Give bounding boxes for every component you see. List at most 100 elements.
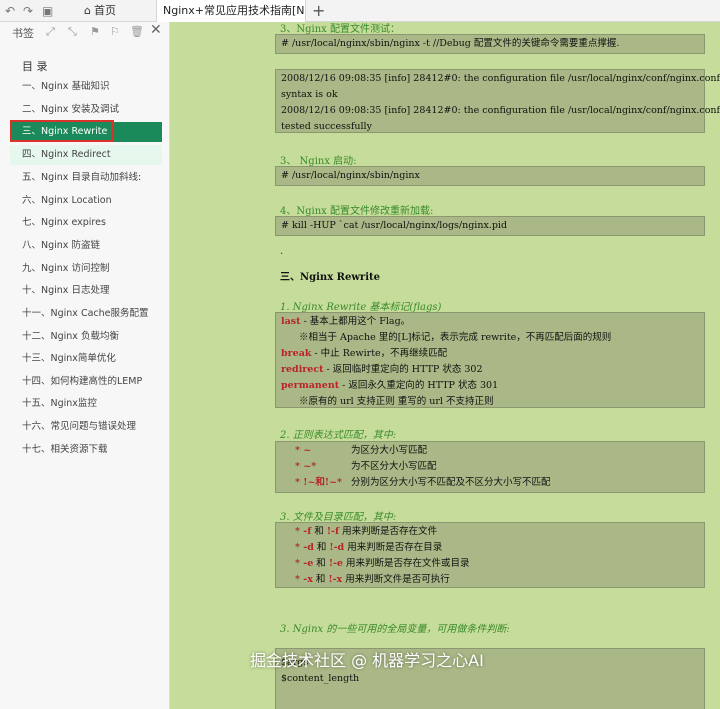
- code-box: # /usr/local/nginx/sbin/nginx -t //Debug…: [275, 34, 705, 54]
- close-icon[interactable]: ✕: [150, 22, 162, 38]
- flag-line: redirect - 返回临时重定向的 HTTP 状态 302: [281, 362, 699, 378]
- file-key: !-d: [329, 542, 345, 553]
- toc-item[interactable]: 十五、Nginx监控: [10, 394, 162, 414]
- watermark: 掘金技术社区 @ 机器学习之心AI: [250, 651, 484, 670]
- regex-key: * ~*: [295, 461, 317, 472]
- code-line: # /usr/local/nginx/sbin/nginx: [281, 170, 420, 181]
- section-title: 三、Nginx Rewrite: [280, 272, 380, 283]
- regex-text: 为不区分大小写匹配: [351, 461, 437, 472]
- heading-file-match: 3. 文件及目录匹配，其中:: [280, 512, 397, 523]
- regex-box: * ~ 为区分大小写匹配 * ~* 为不区分大小写匹配 * !~和!~* 分别为区分大…: [275, 441, 705, 493]
- regex-key: * !~和!~*: [295, 477, 343, 488]
- file-text: 用来判断是否存在文件或目录: [342, 558, 470, 569]
- save-icon[interactable]: ▣: [42, 3, 53, 19]
- selection-highlight: [10, 120, 114, 142]
- tab-home-label: 首页: [93, 4, 116, 17]
- toc-item[interactable]: 六、Nginx Location: [10, 191, 162, 211]
- file-and: 和: [312, 574, 329, 585]
- toc-item[interactable]: 十六、常见问题与错误处理: [10, 417, 162, 437]
- file-line: * -f 和 !-f 用来判断是否存在文件: [281, 524, 699, 540]
- bookmark-add-icon[interactable]: ⚐: [110, 24, 120, 40]
- file-and: 和: [313, 558, 329, 569]
- code-box: # kill -HUP `cat /usr/local/nginx/logs/n…: [275, 216, 705, 236]
- sidebar-header: 书签 ⤢ ⤡ ⚑ ⚐ 🗑 ✕: [0, 22, 169, 42]
- toc-item[interactable]: 十二、Nginx 负载均衡: [10, 327, 162, 347]
- toc-item[interactable]: 四、Nginx Redirect: [10, 145, 162, 165]
- flag-key: last: [281, 316, 301, 327]
- expand-icon[interactable]: ⤢: [46, 24, 55, 40]
- toc-item[interactable]: 十三、Nginx简单优化: [10, 349, 162, 369]
- regex-line: * !~和!~* 分别为区分大小写不匹配及不区分大小写不匹配: [281, 475, 699, 491]
- bookmark-sidebar: 书签 ⤢ ⤡ ⚑ ⚐ 🗑 ✕ 目 录 一、Nginx 基础知识 二、Nginx …: [0, 22, 170, 709]
- code-line: tested successfully: [281, 121, 372, 132]
- undo-icon[interactable]: ↶: [5, 3, 15, 19]
- code-box: 2008/12/16 09:08:35 [info] 28412#0: the …: [275, 69, 720, 133]
- heading-reload: 4、Nginx 配置文件修改重新加载:: [280, 206, 434, 217]
- file-key: !-f: [326, 526, 340, 537]
- code-line: 2008/12/16 09:08:35 [info] 28412#0: the …: [281, 105, 720, 116]
- file-line: * -x 和 !-x 用来判断文件是否可执行: [281, 572, 699, 588]
- tab-home[interactable]: ⌂ 首页: [84, 2, 116, 20]
- code-line: # /usr/local/nginx/sbin/nginx -t //Debug…: [281, 38, 620, 49]
- file-key: * -x: [295, 574, 313, 585]
- tab-document[interactable]: Nginx+常见应用技术指南[Ng...: [156, 0, 306, 22]
- collapse-icon[interactable]: ⤡: [68, 24, 77, 40]
- toc-item[interactable]: 二、Nginx 安装及调试: [10, 100, 162, 120]
- heading-start: 3、 Nginx 启动:: [280, 156, 357, 167]
- toc-item[interactable]: 十、Nginx 日志处理: [10, 281, 162, 301]
- code-line: syntax is ok: [281, 89, 338, 100]
- toc-item[interactable]: 一、Nginx 基础知识: [10, 77, 162, 97]
- home-icon: ⌂: [84, 4, 91, 17]
- toc-item[interactable]: 十七、相关资源下载: [10, 440, 162, 460]
- regex-text: 为区分大小写匹配: [351, 445, 428, 456]
- flag-key: break: [281, 348, 312, 359]
- document-page: 3、Nginx 配置文件测试： # /usr/local/nginx/sbin/…: [170, 22, 720, 709]
- flag-text: ※原有的 url 支持正则 重写的 url 不支持正则: [299, 396, 494, 407]
- file-and: 和: [311, 526, 327, 537]
- file-key: !-x: [328, 574, 343, 585]
- file-key: * -f: [295, 526, 312, 537]
- flags-box: last - 基本上都用这个 Flag。 ※相当于 Apache 里的[L]标记…: [275, 312, 705, 408]
- flag-text: ※相当于 Apache 里的[L]标记，表示完成 rewrite，不再匹配后面的…: [299, 332, 612, 343]
- flag-text: - 基本上都用这个 Flag。: [300, 316, 411, 327]
- redo-icon[interactable]: ↷: [23, 3, 33, 19]
- file-text: 用来判断是否存在目录: [344, 542, 443, 553]
- toc-item[interactable]: 八、Nginx 防盗链: [10, 236, 162, 256]
- bookmark-icon[interactable]: ⚑: [90, 24, 100, 40]
- flag-key: permanent: [281, 380, 340, 391]
- new-tab-button[interactable]: +: [312, 1, 325, 21]
- file-key: * -d: [295, 542, 314, 553]
- file-line: * -e 和 !-e 用来判断是否存在文件或目录: [281, 556, 699, 572]
- toc-title: 目 录: [22, 60, 48, 73]
- file-text: 用来判断是否存在文件: [339, 526, 438, 537]
- regex-text: 分别为区分大小写不匹配及不区分大小写不匹配: [351, 477, 551, 488]
- code-line: # kill -HUP `cat /usr/local/nginx/logs/n…: [281, 220, 508, 231]
- file-key: !-e: [328, 558, 343, 569]
- file-key: * -e: [295, 558, 314, 569]
- flag-line: permanent - 返回永久重定向的 HTTP 状态 301: [281, 378, 699, 394]
- stray-dot: .: [280, 246, 284, 257]
- heading-global-vars: 3. Nginx 的一些可用的全局变量，可用做条件判断:: [280, 624, 510, 635]
- tab-document-label: Nginx+常见应用技术指南[Ng...: [163, 4, 305, 17]
- flag-text: - 返回永久重定向的 HTTP 状态 301: [339, 380, 499, 391]
- toc-item[interactable]: 十四、如何构建高性的LEMP: [10, 372, 162, 392]
- files-box: * -f 和 !-f 用来判断是否存在文件 * -d 和 !-d 用来判断是否存…: [275, 522, 705, 588]
- flag-line: last - 基本上都用这个 Flag。: [281, 314, 699, 330]
- flag-line: ※相当于 Apache 里的[L]标记，表示完成 rewrite，不再匹配后面的…: [281, 330, 699, 346]
- toc-item[interactable]: 七、Nginx expires: [10, 213, 162, 233]
- flag-text: - 返回临时重定向的 HTTP 状态 302: [323, 364, 483, 375]
- regex-key: * ~: [295, 445, 312, 456]
- delete-icon[interactable]: 🗑: [130, 24, 144, 40]
- toc-item[interactable]: 十一、Nginx Cache服务配置: [10, 304, 162, 324]
- flag-line: ※原有的 url 支持正则 重写的 url 不支持正则: [281, 394, 699, 410]
- file-text: 用来判断文件是否可执行: [342, 574, 450, 585]
- file-and: 和: [313, 542, 330, 553]
- flag-line: break - 中止 Rewirte，不再继续匹配: [281, 346, 699, 362]
- toc-item[interactable]: 九、Nginx 访问控制: [10, 259, 162, 279]
- heading-regex: 2. 正则表达式匹配，其中:: [280, 430, 397, 441]
- toc-item[interactable]: 五、Nginx 目录自动加斜线:: [10, 168, 162, 188]
- flag-text: - 中止 Rewirte，不再继续匹配: [311, 348, 448, 359]
- flag-key: redirect: [281, 364, 324, 375]
- code-box: # /usr/local/nginx/sbin/nginx: [275, 166, 705, 186]
- sidebar-title: 书签: [12, 27, 34, 40]
